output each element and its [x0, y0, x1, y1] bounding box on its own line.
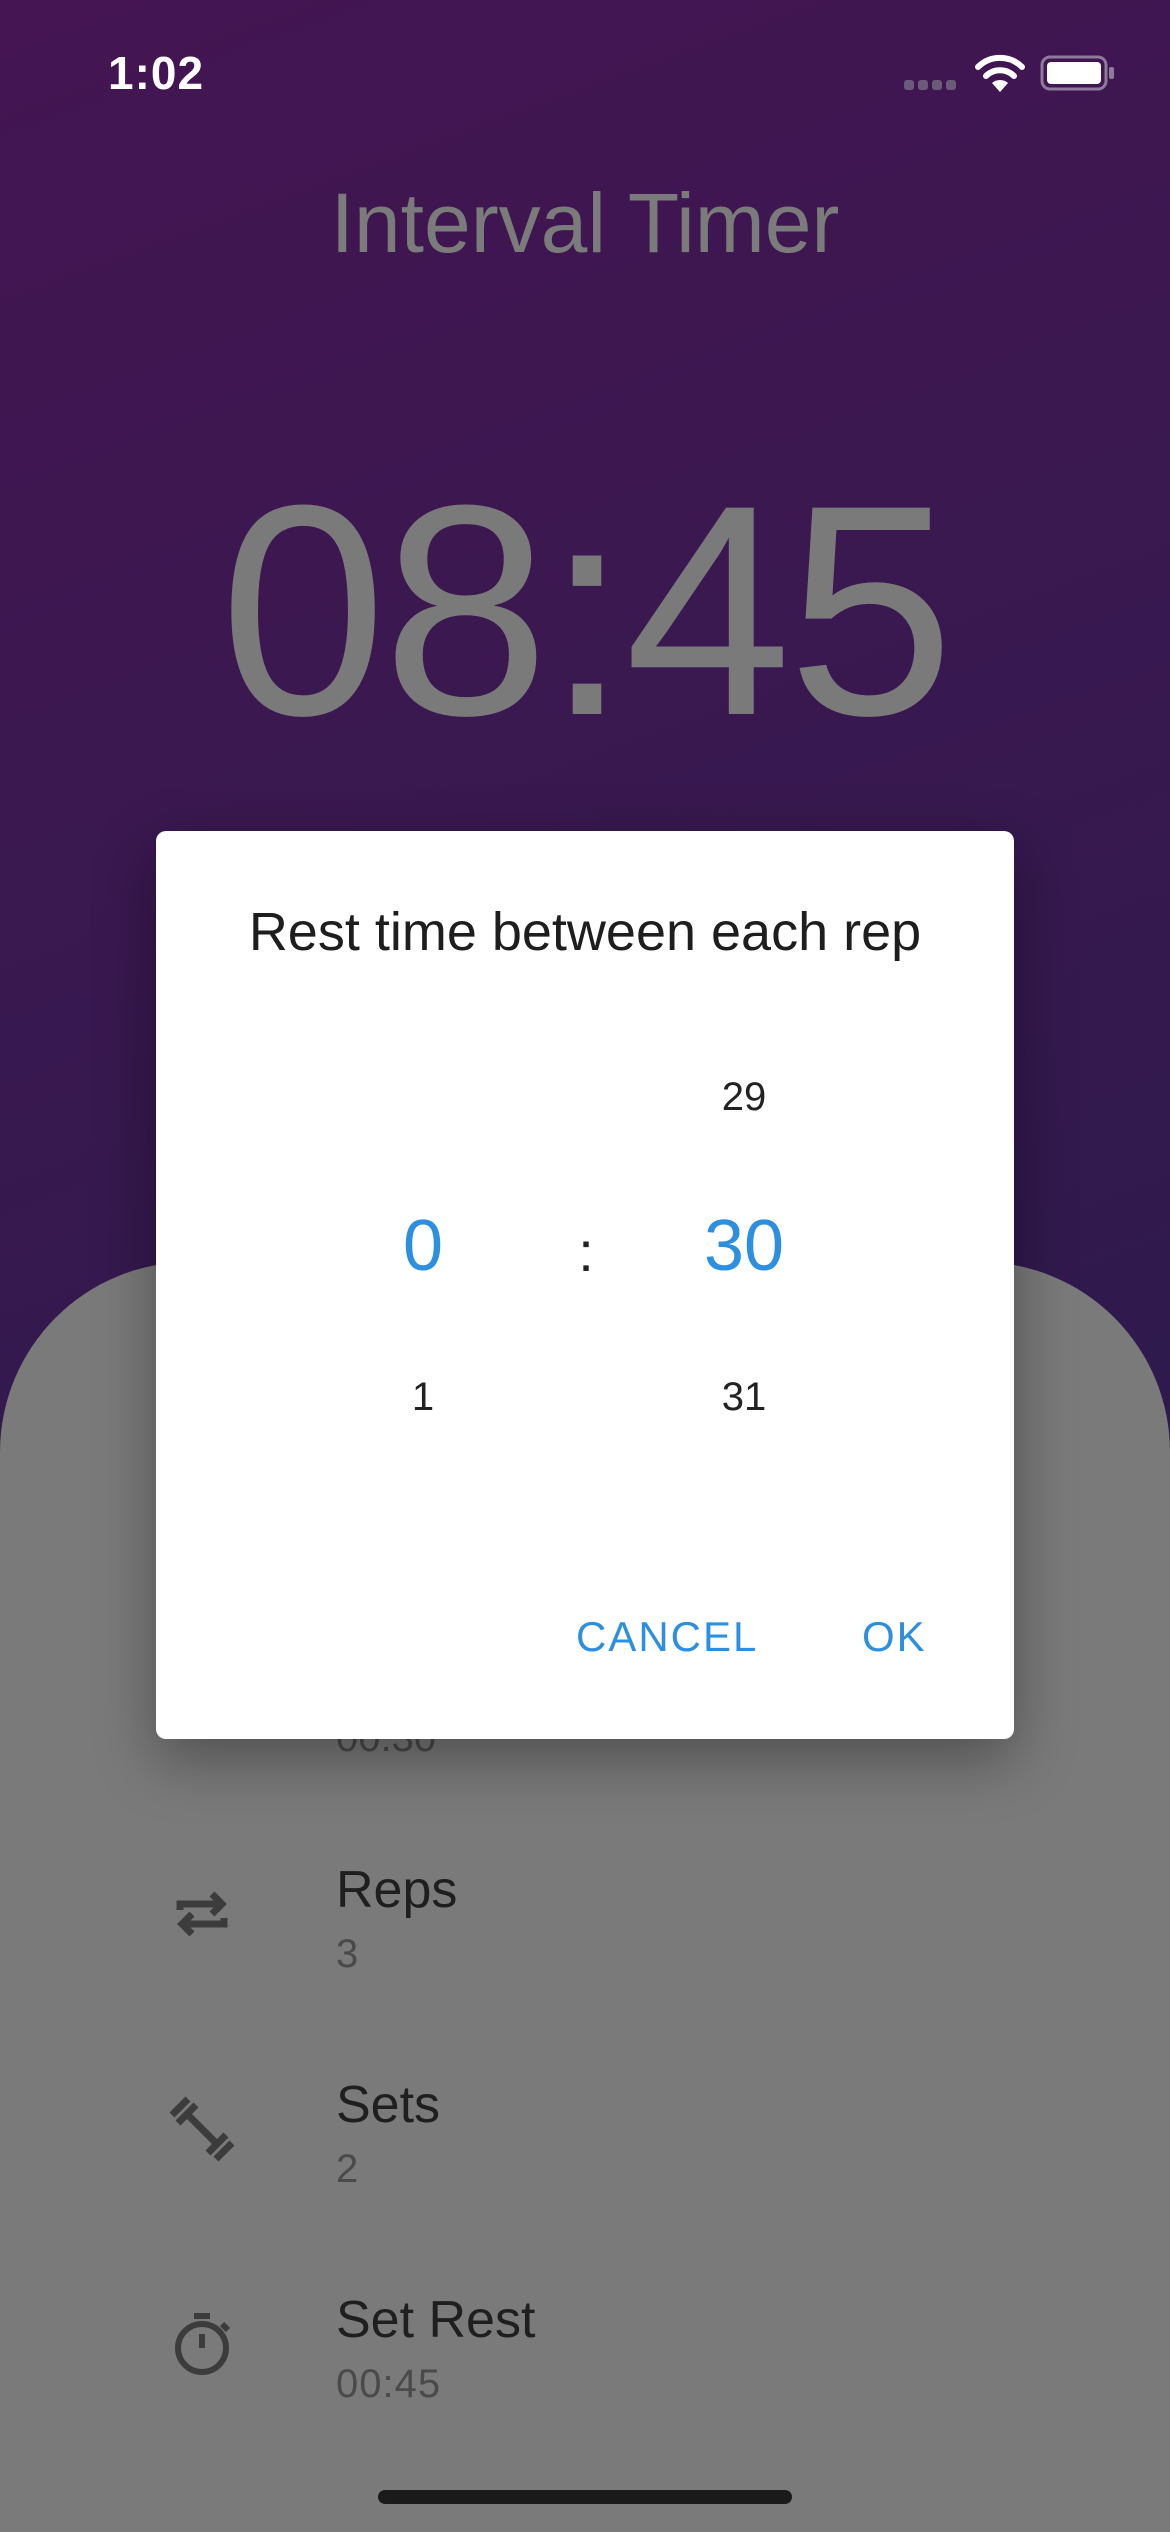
repeat-icon	[176, 1891, 228, 1937]
time-separator: :	[578, 1220, 594, 1283]
setting-value: 00:45	[336, 2362, 442, 2406]
dumbbell-icon	[169, 2096, 235, 2162]
setting-row-set-rest[interactable]: Set Rest 00:45	[0, 2290, 1170, 2430]
seconds-next[interactable]: 31	[644, 1375, 844, 1420]
total-time-display: 08:45	[219, 442, 955, 778]
status-bar: 1:02	[0, 0, 1170, 150]
stopwatch-icon	[175, 2313, 231, 2375]
minutes-picker[interactable]: 0 1	[323, 831, 523, 1739]
setting-value: 2	[336, 2147, 360, 2191]
battery-icon	[1040, 55, 1114, 91]
seconds-previous[interactable]: 29	[644, 1075, 844, 1120]
seconds-selected[interactable]: 30	[644, 1205, 844, 1287]
ok-button[interactable]: OK	[862, 1613, 927, 1661]
dialog-title: Rest time between each rep	[248, 902, 922, 962]
setting-label: Set Rest	[336, 2291, 536, 2349]
cancel-button[interactable]: CANCEL	[576, 1613, 758, 1661]
setting-row-reps[interactable]: Reps 3	[0, 1860, 1170, 2000]
app-title: Interval Timer	[330, 176, 840, 270]
wifi-icon	[975, 54, 1025, 92]
setting-value: 3	[336, 1932, 360, 1976]
setting-label: Reps	[336, 1861, 458, 1919]
home-indicator[interactable]	[378, 2490, 792, 2504]
cellular-signal-icon	[904, 80, 960, 92]
rest-time-dialog: Rest time between each rep 0 1 : 29 30 3…	[156, 831, 1014, 1739]
seconds-picker[interactable]: 29 30 31	[644, 831, 844, 1739]
minutes-selected[interactable]: 0	[323, 1205, 523, 1287]
setting-row-sets[interactable]: Sets 2	[0, 2075, 1170, 2215]
status-time: 1:02	[108, 47, 205, 99]
minutes-next[interactable]: 1	[323, 1375, 523, 1420]
setting-label: Sets	[336, 2076, 441, 2134]
